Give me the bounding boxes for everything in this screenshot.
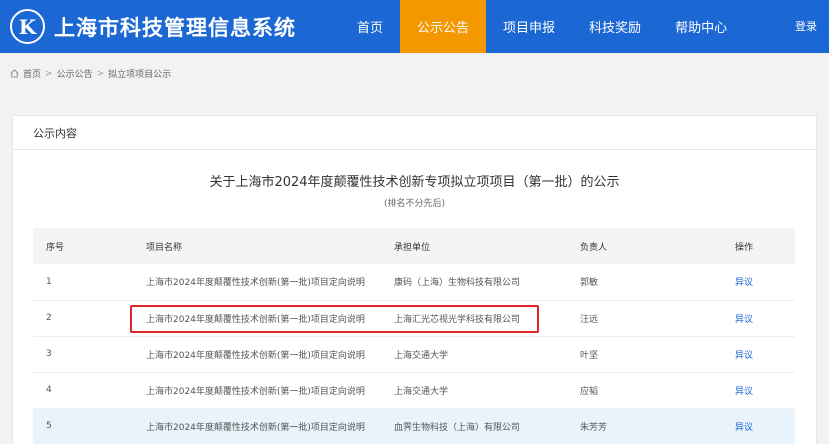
cell-organization: 血霁生物科技（上海）有限公司 [381, 408, 567, 444]
cell-project-name: 上海市2024年度颠覆性技术创新(第一批)项目定向说明 [133, 336, 381, 373]
cell-leader: 朱芳芳 [567, 408, 722, 444]
cell-organization: 上海交通大学 [381, 372, 567, 409]
home-icon [10, 69, 19, 78]
cell-index: 4 [33, 372, 133, 409]
cell-leader: 郭敏 [567, 264, 722, 301]
col-header-organization: 承担单位 [381, 228, 567, 264]
breadcrumb-separator: > [96, 68, 105, 79]
table-row: 5 上海市2024年度颠覆性技术创新(第一批)项目定向说明 血霁生物科技（上海）… [33, 408, 795, 444]
cell-project-name: 上海市2024年度颠覆性技术创新(第一批)项目定向说明 [133, 372, 381, 409]
nav-home[interactable]: 首页 [340, 0, 400, 53]
table-row: 1 上海市2024年度颠覆性技术创新(第一批)项目定向说明 康码（上海）生物科技… [33, 264, 795, 301]
nav-announcements[interactable]: 公示公告 [400, 0, 487, 53]
panel-heading: 公示内容 [13, 116, 816, 150]
nav-project-application[interactable]: 项目申报 [486, 0, 572, 53]
login-link[interactable]: 登录 [795, 18, 817, 34]
cell-index: 1 [33, 264, 133, 301]
cell-index: 2 [33, 300, 133, 337]
logo-k-icon: K [10, 9, 45, 44]
breadcrumb: 首页 > 公示公告 > 拟立项项目公示 [10, 67, 171, 80]
announcement-panel: 公示内容 关于上海市2024年度颠覆性技术创新专项拟立项项目（第一批）的公示 (… [12, 115, 817, 444]
breadcrumb-current: 拟立项项目公示 [108, 70, 172, 80]
objection-link[interactable]: 异议 [722, 336, 795, 373]
objection-link[interactable]: 异议 [722, 264, 795, 301]
project-table: 序号 项目名称 承担单位 负责人 操作 1 上海市2024年度颠覆性技术创新(第… [33, 228, 795, 444]
cell-organization: 康码（上海）生物科技有限公司 [381, 264, 567, 301]
cell-leader: 叶坚 [567, 336, 722, 373]
col-header-project-name: 项目名称 [133, 228, 381, 264]
site-logo[interactable]: K 上海市科技管理信息系统 [10, 9, 296, 44]
table-row: 3 上海市2024年度颠覆性技术创新(第一批)项目定向说明 上海交通大学 叶坚 … [33, 336, 795, 373]
breadcrumb-home[interactable]: 首页 [23, 67, 41, 80]
cell-leader: 汪远 [567, 300, 722, 337]
breadcrumb-announcements[interactable]: 公示公告 [57, 67, 93, 80]
announcement-title: 关于上海市2024年度颠覆性技术创新专项拟立项项目（第一批）的公示 [209, 175, 620, 190]
announcement-subtitle: (排名不分先后) [383, 199, 446, 209]
cell-index: 5 [33, 408, 133, 444]
nav-science-awards[interactable]: 科技奖励 [572, 0, 658, 53]
cell-index: 3 [33, 336, 133, 373]
site-title: 上海市科技管理信息系统 [54, 15, 296, 40]
main-nav: 首页 公示公告 项目申报 科技奖励 帮助中心 [340, 0, 744, 53]
table-header-row: 序号 项目名称 承担单位 负责人 操作 [33, 228, 795, 264]
cell-organization: 上海交通大学 [381, 336, 567, 373]
cell-project-name: 上海市2024年度颠覆性技术创新(第一批)项目定向说明 [133, 408, 381, 444]
nav-help-center[interactable]: 帮助中心 [658, 0, 744, 53]
col-header-leader: 负责人 [567, 228, 722, 264]
objection-link[interactable]: 异议 [722, 300, 795, 337]
highlight-annotation-box [130, 305, 539, 333]
breadcrumb-separator: > [45, 68, 53, 79]
header: K 上海市科技管理信息系统 首页 公示公告 项目申报 科技奖励 帮助中心 登录 [0, 0, 829, 53]
objection-link[interactable]: 异议 [722, 372, 795, 409]
table-row: 4 上海市2024年度颠覆性技术创新(第一批)项目定向说明 上海交通大学 应韬 … [33, 372, 795, 409]
col-header-index: 序号 [33, 228, 133, 264]
objection-link[interactable]: 异议 [722, 408, 795, 444]
col-header-action: 操作 [722, 228, 795, 264]
cell-project-name: 上海市2024年度颠覆性技术创新(第一批)项目定向说明 [133, 264, 381, 301]
cell-leader: 应韬 [567, 372, 722, 409]
